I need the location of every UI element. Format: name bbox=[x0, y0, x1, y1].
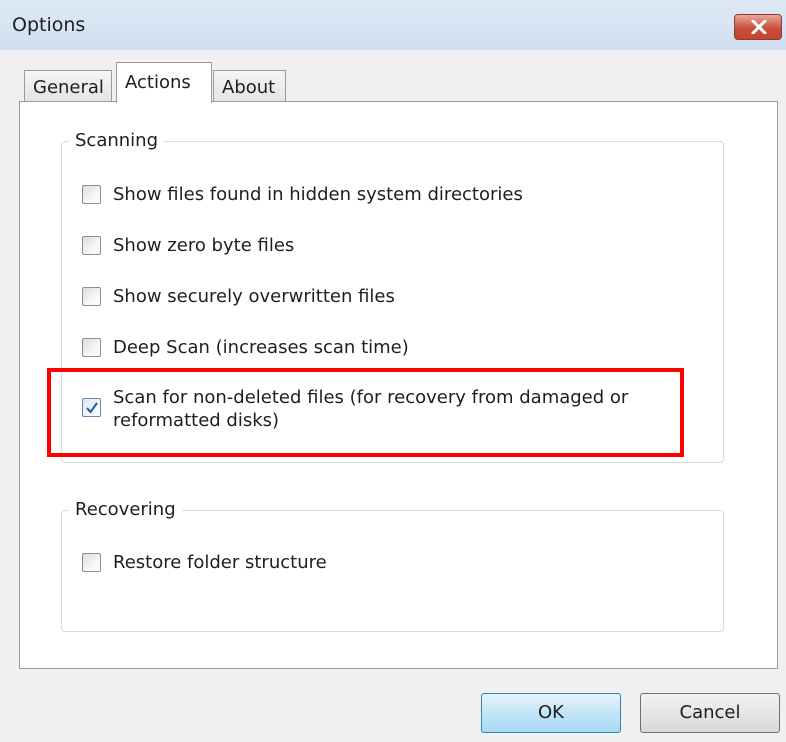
option-deep-scan[interactable]: Deep Scan (increases scan time) bbox=[82, 336, 693, 359]
scanning-group-label: Scanning bbox=[69, 130, 165, 151]
title-bar[interactable]: Options bbox=[0, 0, 786, 50]
checkbox[interactable] bbox=[82, 553, 101, 572]
option-show-zero-byte-files[interactable]: Show zero byte files bbox=[82, 234, 693, 257]
option-label: Show zero byte files bbox=[113, 235, 295, 256]
option-restore-folder-structure[interactable]: Restore folder structure bbox=[82, 551, 693, 574]
window-title: Options bbox=[12, 14, 86, 36]
option-label: Scan for non-deleted files (for recovery… bbox=[113, 387, 629, 431]
tab-actions[interactable]: Actions bbox=[116, 62, 212, 103]
cancel-button[interactable]: Cancel bbox=[640, 693, 780, 733]
checkbox[interactable] bbox=[82, 236, 101, 255]
ok-button[interactable]: OK bbox=[481, 693, 621, 733]
checkmark-icon bbox=[86, 402, 98, 414]
recovering-group-label: Recovering bbox=[69, 499, 182, 520]
option-label: Show securely overwritten files bbox=[113, 286, 395, 307]
option-show-securely-overwritten-files[interactable]: Show securely overwritten files bbox=[82, 285, 693, 308]
option-label: Show files found in hidden system direct… bbox=[113, 184, 523, 205]
options-dialog: Options General Actions About Scanning S… bbox=[0, 0, 786, 742]
tab-general[interactable]: General bbox=[24, 70, 112, 102]
option-label: Restore folder structure bbox=[113, 552, 327, 573]
checkbox[interactable] bbox=[82, 338, 101, 357]
tab-about[interactable]: About bbox=[213, 70, 286, 102]
option-label: Deep Scan (increases scan time) bbox=[113, 337, 409, 358]
checkbox[interactable] bbox=[82, 287, 101, 306]
checkbox[interactable] bbox=[82, 185, 101, 204]
option-scan-non-deleted-files[interactable]: Scan for non-deleted files (for recovery… bbox=[82, 386, 693, 432]
option-show-hidden-system-files[interactable]: Show files found in hidden system direct… bbox=[82, 183, 693, 206]
close-button[interactable] bbox=[734, 14, 782, 40]
checkbox-checked[interactable] bbox=[82, 398, 101, 417]
close-icon bbox=[751, 20, 767, 34]
